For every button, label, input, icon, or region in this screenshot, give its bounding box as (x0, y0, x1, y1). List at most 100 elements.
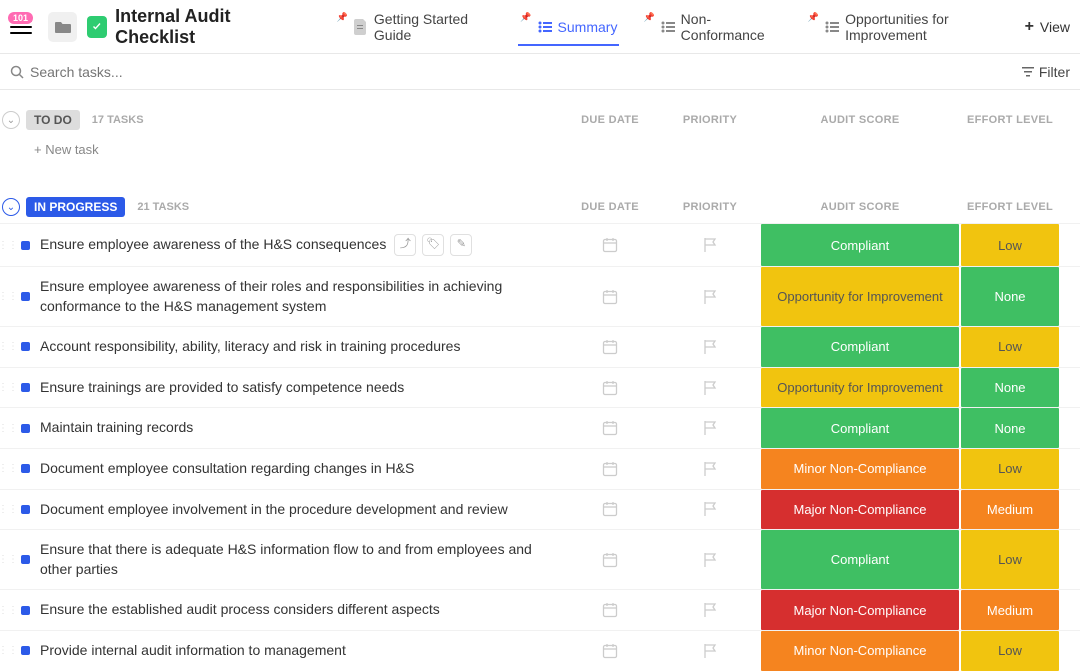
priority-cell[interactable] (660, 327, 760, 367)
subtask-icon[interactable]: ⤴ (394, 234, 416, 256)
tab-summary[interactable]: 📌 Summary (510, 0, 627, 54)
flag-icon (703, 420, 717, 436)
priority-cell[interactable] (660, 267, 760, 326)
audit-score-cell[interactable]: Minor Non-Compliance (760, 449, 960, 489)
calendar-icon (602, 420, 618, 436)
flag-icon (703, 501, 717, 517)
drag-handle-icon[interactable]: ⋮⋮ (0, 590, 16, 630)
drag-handle-icon[interactable]: ⋮⋮ (0, 449, 16, 489)
pin-icon: 📌 (808, 12, 819, 23)
task-row[interactable]: ⋮⋮ Ensure the established audit process … (0, 589, 1080, 630)
tab-nonconformance[interactable]: 📌 Non-Conformance (633, 0, 791, 54)
status-indicator[interactable] (16, 224, 34, 266)
due-date-cell[interactable] (560, 530, 660, 589)
status-indicator[interactable] (16, 408, 34, 448)
flag-icon (703, 602, 717, 618)
tag-icon[interactable]: 🏷 (422, 234, 444, 256)
status-indicator[interactable] (16, 368, 34, 408)
task-row[interactable]: ⋮⋮ Account responsibility, ability, lite… (0, 326, 1080, 367)
status-indicator[interactable] (16, 590, 34, 630)
task-title[interactable]: Account responsibility, ability, literac… (34, 327, 560, 367)
col-priority: PRIORITY (660, 201, 760, 213)
group-label-inprogress[interactable]: IN PROGRESS (26, 197, 125, 217)
status-indicator[interactable] (16, 530, 34, 589)
page-title: Internal Audit Checklist (115, 6, 303, 48)
task-title[interactable]: Document employee involvement in the pro… (34, 490, 560, 530)
due-date-cell[interactable] (560, 267, 660, 326)
drag-handle-icon[interactable]: ⋮⋮ (0, 327, 16, 367)
priority-cell[interactable] (660, 490, 760, 530)
task-title[interactable]: Ensure that there is adequate H&S inform… (34, 530, 560, 589)
drag-handle-icon[interactable]: ⋮⋮ (0, 368, 16, 408)
priority-cell[interactable] (660, 224, 760, 266)
priority-cell[interactable] (660, 590, 760, 630)
effort-level-cell[interactable]: Low (960, 224, 1060, 266)
collapse-toggle[interactable]: ⌄ (2, 111, 20, 129)
task-row[interactable]: ⋮⋮ Provide internal audit information to… (0, 630, 1080, 671)
audit-score-cell[interactable]: Compliant (760, 327, 960, 367)
due-date-cell[interactable] (560, 224, 660, 266)
edit-icon[interactable]: ✎ (450, 234, 472, 256)
drag-handle-icon[interactable]: ⋮⋮ (0, 224, 16, 266)
effort-level-cell[interactable]: Medium (960, 490, 1060, 530)
effort-level-cell[interactable]: Medium (960, 590, 1060, 630)
task-row[interactable]: ⋮⋮ Document employee involvement in the … (0, 489, 1080, 530)
tab-getting-started[interactable]: 📌 Getting Started Guide (327, 0, 505, 54)
effort-level-cell[interactable]: None (960, 408, 1060, 448)
due-date-cell[interactable] (560, 590, 660, 630)
task-title[interactable]: Maintain training records (34, 408, 560, 448)
drag-handle-icon[interactable]: ⋮⋮ (0, 267, 16, 326)
calendar-icon (602, 501, 618, 517)
task-row[interactable]: ⋮⋮ Ensure employee awareness of their ro… (0, 266, 1080, 326)
status-indicator[interactable] (16, 267, 34, 326)
task-title[interactable]: Ensure employee awareness of their roles… (34, 267, 560, 326)
effort-level-cell[interactable]: None (960, 368, 1060, 408)
effort-level-cell[interactable]: Low (960, 327, 1060, 367)
task-title[interactable]: Ensure employee awareness of the H&S con… (34, 224, 560, 266)
view-button[interactable]: + View (1025, 18, 1070, 36)
effort-level-cell[interactable]: Low (960, 449, 1060, 489)
tab-opportunities[interactable]: 📌 Opportunities for Improvement (798, 0, 1025, 54)
audit-score-cell[interactable]: Opportunity for Improvement (760, 267, 960, 326)
task-title[interactable]: Document employee consultation regarding… (34, 449, 560, 489)
collapse-toggle[interactable]: ⌄ (2, 198, 20, 216)
task-title[interactable]: Ensure the established audit process con… (34, 590, 560, 630)
audit-score-cell[interactable]: Compliant (760, 530, 960, 589)
task-title[interactable]: Ensure trainings are provided to satisfy… (34, 368, 560, 408)
hamburger-menu-icon[interactable]: 101 (10, 20, 32, 34)
filter-button[interactable]: Filter (1022, 64, 1070, 80)
task-row[interactable]: ⋮⋮ Ensure trainings are provided to sati… (0, 367, 1080, 408)
status-indicator[interactable] (16, 449, 34, 489)
priority-cell[interactable] (660, 408, 760, 448)
audit-score-cell[interactable]: Opportunity for Improvement (760, 368, 960, 408)
task-count: 21 TASKS (137, 201, 189, 213)
task-row[interactable]: ⋮⋮ Maintain training records Compliant N… (0, 407, 1080, 448)
due-date-cell[interactable] (560, 408, 660, 448)
audit-score-cell[interactable]: Major Non-Compliance (760, 490, 960, 530)
task-row[interactable]: ⋮⋮ Document employee consultation regard… (0, 448, 1080, 489)
due-date-cell[interactable] (560, 368, 660, 408)
audit-score-cell[interactable]: Major Non-Compliance (760, 590, 960, 630)
status-indicator[interactable] (16, 327, 34, 367)
search-input[interactable] (30, 64, 1080, 80)
due-date-cell[interactable] (560, 449, 660, 489)
list-check-icon (87, 16, 108, 38)
due-date-cell[interactable] (560, 490, 660, 530)
task-row[interactable]: ⋮⋮ Ensure that there is adequate H&S inf… (0, 529, 1080, 589)
effort-level-cell[interactable]: Low (960, 530, 1060, 589)
drag-handle-icon[interactable]: ⋮⋮ (0, 530, 16, 589)
audit-score-cell[interactable]: Compliant (760, 408, 960, 448)
drag-handle-icon[interactable]: ⋮⋮ (0, 408, 16, 448)
folder-button[interactable] (48, 12, 76, 42)
due-date-cell[interactable] (560, 327, 660, 367)
priority-cell[interactable] (660, 368, 760, 408)
audit-score-cell[interactable]: Compliant (760, 224, 960, 266)
status-indicator[interactable] (16, 490, 34, 530)
priority-cell[interactable] (660, 449, 760, 489)
priority-cell[interactable] (660, 530, 760, 589)
new-task-button[interactable]: + New task (0, 136, 1080, 167)
group-label-todo[interactable]: TO DO (26, 110, 80, 130)
effort-level-cell[interactable]: None (960, 267, 1060, 326)
task-row[interactable]: ⋮⋮ Ensure employee awareness of the H&S … (0, 223, 1080, 266)
drag-handle-icon[interactable]: ⋮⋮ (0, 490, 16, 530)
